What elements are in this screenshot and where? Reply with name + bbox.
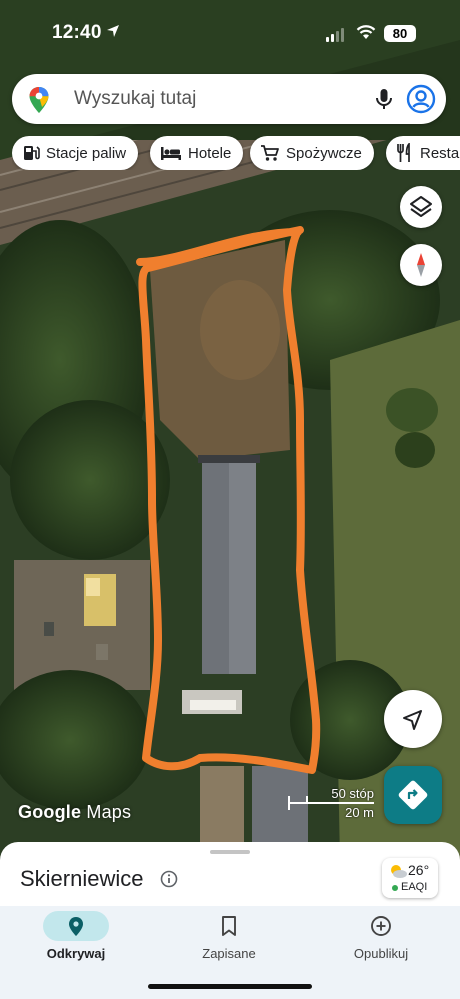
air-quality-label: EAQI	[401, 881, 428, 893]
chip-label: Hotele	[188, 144, 232, 162]
place-title: Skierniewice	[20, 866, 144, 891]
maps-wordmark: Maps	[86, 802, 132, 822]
chip-restaurants[interactable]: Restau	[386, 136, 460, 170]
nav-saved[interactable]: Zapisane	[154, 906, 304, 976]
category-chips: Stacje paliw Hotele Spożywcze Restau	[12, 136, 460, 170]
weather-temperature: 26°	[408, 862, 430, 878]
clock-time: 12:40	[52, 22, 102, 43]
scale-metric-label: 20 m	[345, 805, 374, 820]
wifi-icon	[356, 25, 376, 39]
directions-button[interactable]	[384, 766, 442, 824]
nav-label: Zapisane	[202, 946, 256, 961]
shopping-cart-icon	[261, 145, 279, 161]
microphone-icon[interactable]	[372, 87, 396, 111]
chip-label: Restau	[420, 144, 460, 162]
info-icon[interactable]	[160, 870, 178, 888]
nav-contribute[interactable]: Opublikuj	[306, 906, 456, 976]
layers-icon	[410, 196, 432, 217]
search-input[interactable]: Wyszukaj tutaj	[74, 88, 196, 110]
nav-label: Opublikuj	[353, 946, 409, 961]
scale-bar	[288, 802, 374, 804]
weather-chip[interactable]: 26° EAQI	[382, 858, 438, 898]
layers-button[interactable]	[400, 186, 442, 228]
bookmark-icon	[222, 916, 236, 936]
compass-icon	[417, 253, 425, 277]
directions-icon	[398, 780, 428, 810]
search-bar[interactable]: Wyszukaj tutaj	[12, 74, 446, 124]
location-services-icon	[107, 25, 119, 37]
compass-button[interactable]	[400, 244, 442, 286]
nav-label: Odkrywaj	[46, 946, 106, 961]
google-wordmark: Google	[18, 802, 82, 822]
restaurant-icon	[397, 143, 410, 162]
chip-label: Stacje paliw	[46, 144, 127, 162]
google-maps-attribution: Google Maps	[18, 802, 131, 823]
chip-groceries[interactable]: Spożywcze	[250, 136, 374, 170]
hotel-bed-icon	[161, 147, 181, 160]
navigation-arrow-icon	[403, 710, 422, 730]
sheet-drag-handle[interactable]	[210, 850, 250, 854]
account-icon[interactable]	[406, 84, 436, 114]
battery-indicator: 80	[384, 25, 416, 42]
gas-station-icon	[24, 146, 40, 160]
status-bar: 12:40 80	[0, 0, 460, 62]
scale-imperial-label: 50 stóp	[331, 786, 374, 801]
google-maps-pin-icon	[29, 87, 49, 113]
explore-pin-icon	[69, 917, 83, 936]
cellular-signal-icon	[326, 28, 344, 42]
partly-sunny-icon	[391, 865, 407, 878]
chip-label: Spożywcze	[286, 144, 362, 162]
my-location-button[interactable]	[384, 690, 442, 748]
map-scale: 50 stóp 20 m	[286, 786, 378, 820]
add-circle-icon	[371, 916, 391, 936]
home-indicator[interactable]	[148, 984, 312, 989]
air-quality-dot	[392, 885, 398, 891]
nav-explore[interactable]: Odkrywaj	[1, 906, 151, 976]
chip-hotels[interactable]: Hotele	[150, 136, 244, 170]
chip-gas-stations[interactable]: Stacje paliw	[12, 136, 139, 170]
